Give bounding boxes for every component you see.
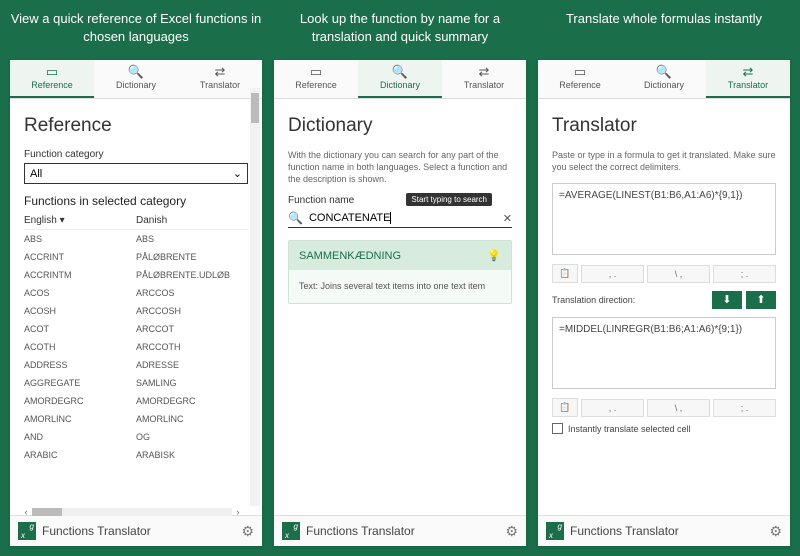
delim-button[interactable]: \ ,: [647, 399, 710, 417]
page-title: Reference: [24, 115, 248, 137]
direction-label: Translation direction:: [552, 295, 708, 305]
table-row[interactable]: AMORLINCAMORLINC: [24, 410, 248, 428]
caption-dictionary: Look up the function by name for a trans…: [274, 10, 526, 48]
delim-button[interactable]: ; .: [713, 265, 776, 283]
delim-button[interactable]: , .: [581, 265, 644, 283]
app-logo-icon: [282, 522, 300, 540]
translate-icon: ⇄: [444, 65, 524, 79]
result-desc: Text: Joins several text items into one …: [289, 270, 511, 303]
clear-icon[interactable]: ✕: [503, 212, 512, 225]
table-header: English ▾ Danish: [24, 212, 248, 230]
paste-icon[interactable]: 📋: [552, 264, 578, 283]
tooltip: Start typing to search: [406, 193, 492, 206]
footer: Functions Translator ⚙: [10, 515, 262, 546]
checkbox-icon: [552, 423, 563, 434]
reference-tab-icon: ▭: [12, 65, 92, 79]
result-card[interactable]: SAMMENKÆDNING 💡 Text: Joins several text …: [288, 240, 512, 304]
gear-icon[interactable]: ⚙: [769, 523, 782, 540]
table-row[interactable]: ACOTHARCCOTH: [24, 338, 248, 356]
delimiter-row-top: 📋 , . \ , ; .: [552, 264, 776, 283]
search-input[interactable]: 🔍 CONCATENATE ✕: [288, 209, 512, 228]
tab-translator[interactable]: ⇄Translator: [442, 60, 526, 98]
col-danish[interactable]: Danish: [136, 215, 248, 226]
formula-input[interactable]: =AVERAGE(LINEST(B1:B6,A1:A6)*{9,1}): [552, 183, 776, 255]
reference-tab-icon: ▭: [276, 65, 356, 79]
table-row[interactable]: ARABICARABISK: [24, 446, 248, 464]
search-icon: 🔍: [360, 65, 440, 79]
scrollbar-vertical[interactable]: [250, 88, 260, 506]
app-logo-icon: [18, 522, 36, 540]
table-row[interactable]: ANDOG: [24, 428, 248, 446]
page-title: Translator: [552, 115, 776, 137]
panel-translator: ▭Reference 🔍Dictionary ⇄Translator Trans…: [538, 60, 790, 546]
translate-icon: ⇄: [180, 65, 260, 79]
tab-translator[interactable]: ⇄Translator: [706, 60, 790, 98]
tab-dictionary[interactable]: 🔍Dictionary: [94, 60, 178, 98]
col-english[interactable]: English ▾: [24, 215, 136, 226]
formula-output[interactable]: =MIDDEL(LINREGR(B1:B6;A1:A6)*{9;1}): [552, 317, 776, 389]
gear-icon[interactable]: ⚙: [505, 523, 518, 540]
sort-desc-icon: ▾: [60, 215, 65, 226]
table-row[interactable]: ACOTARCCOT: [24, 320, 248, 338]
search-icon: 🔍: [96, 65, 176, 79]
function-list: ABSABSACCRINTPÅLØBRENTEACCRINTMPÅLØBRENT…: [24, 230, 248, 464]
table-row[interactable]: ACCRINTMPÅLØBRENTE.UDLØB: [24, 266, 248, 284]
gear-icon[interactable]: ⚙: [241, 523, 254, 540]
description: With the dictionary you can search for a…: [288, 149, 512, 185]
delim-button[interactable]: , .: [581, 399, 644, 417]
panel-dictionary: ▭Reference 🔍Dictionary ⇄Translator Dicti…: [274, 60, 526, 546]
search-icon: 🔍: [288, 211, 303, 225]
scroll-left-icon[interactable]: ‹: [20, 506, 32, 518]
lightbulb-icon: 💡: [487, 249, 501, 262]
tabs: ▭Reference 🔍Dictionary ⇄Translator: [10, 60, 262, 99]
translate-up-button[interactable]: ⬆: [746, 291, 776, 309]
translate-icon: ⇄: [708, 65, 788, 79]
tab-dictionary[interactable]: 🔍Dictionary: [358, 60, 442, 98]
table-row[interactable]: AGGREGATESAMLING: [24, 374, 248, 392]
chevron-down-icon: ⌄: [233, 167, 242, 180]
delimiter-row-bottom: 📋 , . \ , ; .: [552, 398, 776, 417]
tab-reference[interactable]: ▭Reference: [10, 60, 94, 98]
panel-reference: ▭Reference 🔍Dictionary ⇄Translator Refer…: [10, 60, 262, 546]
tab-dictionary[interactable]: 🔍Dictionary: [622, 60, 706, 98]
category-label: Function category: [24, 149, 248, 160]
table-row[interactable]: ACCRINTPÅLØBRENTE: [24, 248, 248, 266]
table-row[interactable]: AMORDEGRCAMORDEGRC: [24, 392, 248, 410]
scroll-right-icon[interactable]: ›: [232, 506, 244, 518]
scrollbar-horizontal[interactable]: ‹›: [20, 506, 244, 518]
table-row[interactable]: ADDRESSADRESSE: [24, 356, 248, 374]
caption-translator: Translate whole formulas instantly: [538, 10, 790, 48]
delim-button[interactable]: \ ,: [647, 265, 710, 283]
description: Paste or type in a formula to get it tra…: [552, 149, 776, 173]
table-row[interactable]: ACOSHARCCOSH: [24, 302, 248, 320]
translate-down-button[interactable]: ⬇: [712, 291, 742, 309]
scroll-thumb[interactable]: [251, 93, 259, 123]
reference-tab-icon: ▭: [540, 65, 620, 79]
tab-reference[interactable]: ▭Reference: [538, 60, 622, 98]
list-heading: Functions in selected category: [24, 194, 248, 208]
app-logo-icon: [546, 522, 564, 540]
result-name: SAMMENKÆDNING: [299, 250, 401, 262]
search-icon: 🔍: [624, 65, 704, 79]
footer-title: Functions Translator: [42, 524, 241, 538]
page-title: Dictionary: [288, 115, 512, 137]
category-select[interactable]: All⌄: [24, 163, 248, 184]
table-row[interactable]: ACOSARCCOS: [24, 284, 248, 302]
tab-reference[interactable]: ▭Reference: [274, 60, 358, 98]
instant-translate-checkbox[interactable]: Instantly translate selected cell: [552, 423, 776, 434]
table-row[interactable]: ABSABS: [24, 230, 248, 248]
caption-reference: View a quick reference of Excel function…: [10, 10, 262, 48]
paste-icon[interactable]: 📋: [552, 398, 578, 417]
delim-button[interactable]: ; .: [713, 399, 776, 417]
